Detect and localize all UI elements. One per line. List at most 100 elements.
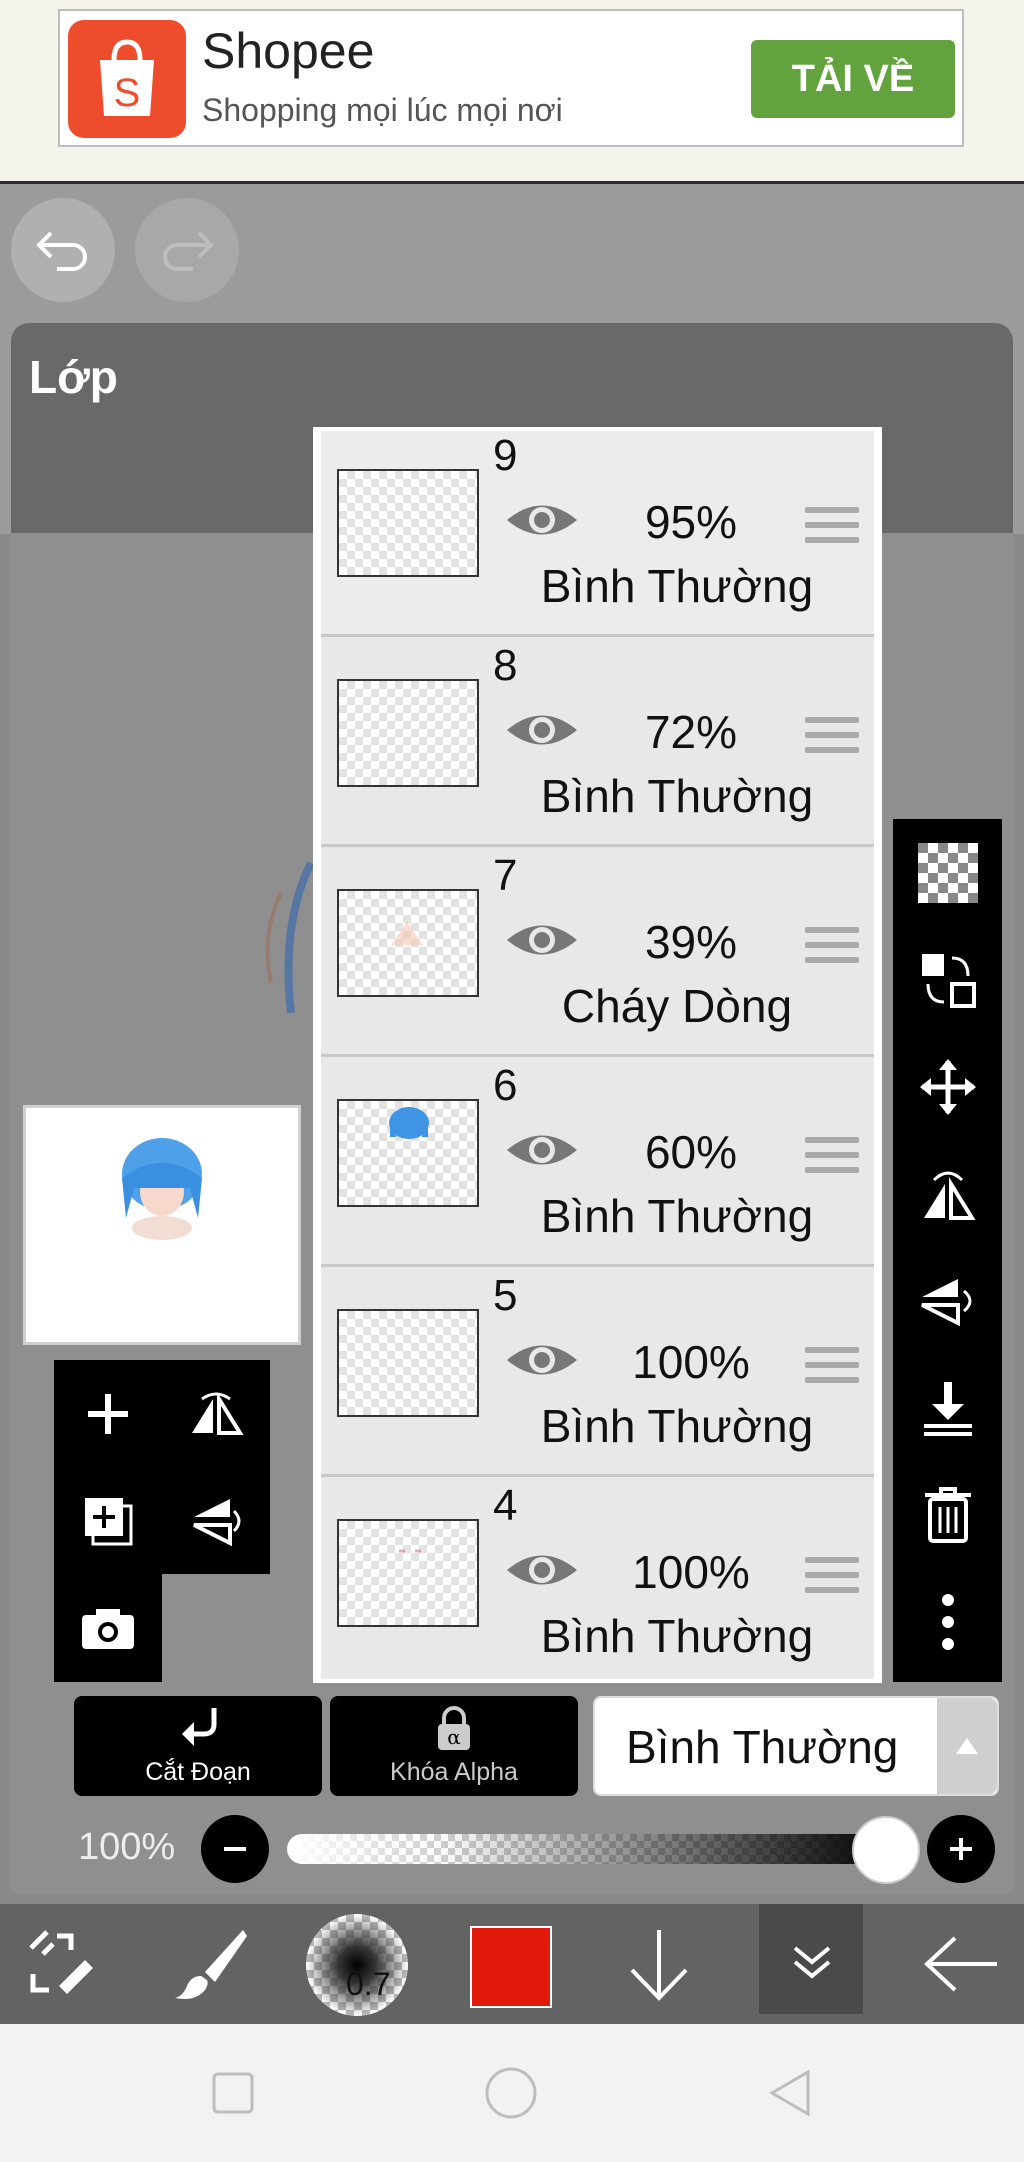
layer-blend-mode: Bình Thường [540,1400,814,1452]
ad-subtitle: Shopping mọi lúc mọi nơi [202,92,563,128]
layer-thumbnail[interactable] [337,679,479,787]
layer-thumbnail[interactable] [337,1309,479,1417]
brush-tool-button[interactable] [156,1904,266,2024]
drag-handle-icon[interactable] [805,1557,859,1602]
layer-row[interactable]: 5 100% Bình Thường [321,1267,874,1477]
flip-horizontal-right-button[interactable] [893,1140,1002,1247]
layer-list[interactable]: 9 95% Bình Thường 8 72% Bình Thường 7 39… [313,427,882,1683]
drag-handle-icon[interactable] [805,507,859,552]
visibility-eye-icon[interactable] [505,707,579,753]
layer-row[interactable]: 9 95% Bình Thường [321,431,874,637]
flip-vertical-icon [193,1498,241,1546]
clipping-label: Cắt Đoạn [145,1758,251,1786]
visibility-eye-icon[interactable] [505,1547,579,1593]
flip-horizontal-button[interactable] [162,1360,270,1467]
transparency-button[interactable] [893,819,1002,926]
more-vertical-icon [941,1593,954,1650]
layer-thumbnail[interactable] [337,1099,479,1207]
drag-handle-icon[interactable] [805,717,859,762]
undo-button[interactable] [11,198,115,302]
visibility-eye-icon[interactable] [505,1337,579,1383]
layer-blend-mode: Cháy Dòng [561,980,793,1032]
add-layer-button[interactable] [54,1360,162,1467]
more-options-button[interactable] [893,1568,1002,1675]
nav-back-icon[interactable] [766,2068,812,2118]
move-icon [919,1058,976,1115]
layer-panel-toggle[interactable] [759,1904,863,2014]
drag-handle-icon[interactable] [805,1347,859,1392]
chevron-double-down-icon [793,1946,831,1979]
layer-number: 7 [493,851,518,900]
layer-row[interactable]: 8 72% Bình Thường [321,637,874,847]
layer-opacity[interactable]: 100% [591,1335,791,1389]
blend-mode-dropdown-button[interactable] [937,1698,997,1794]
layer-thumbnail[interactable] [337,469,479,577]
shopee-logo-icon[interactable]: S [68,20,186,138]
flip-horizontal-icon [923,1171,976,1220]
opacity-slider-thumb[interactable] [852,1816,920,1884]
layer-opacity[interactable]: 95% [591,495,791,549]
layer-number: 9 [493,431,518,480]
clipping-button[interactable]: Cắt Đoạn [74,1696,322,1796]
camera-import-button[interactable] [54,1574,162,1681]
drag-handle-icon[interactable] [805,1137,859,1182]
layer-number: 6 [493,1061,518,1110]
canvas-thumbnail[interactable] [23,1105,301,1345]
layer-number: 8 [493,641,518,690]
layer-row[interactable]: 6 60% Bình Thường [321,1057,874,1267]
layer-blend-mode: Bình Thường [540,1190,814,1242]
transform-tool-button[interactable] [8,1904,118,2024]
layer-opacity[interactable]: 60% [591,1125,791,1179]
swap-layer-button[interactable] [893,926,1002,1033]
layer-down-button[interactable] [604,1904,714,2024]
flip-vertical-right-button[interactable] [893,1247,1002,1354]
drag-handle-icon[interactable] [805,927,859,972]
color-swatch[interactable] [470,1926,552,2008]
layer-row[interactable]: 7 39% Cháy Dòng [321,847,874,1057]
copy-layer-button[interactable] [54,1467,162,1574]
layer-row[interactable]: 4 100% Bình Thường [321,1477,874,1679]
undo-icon [36,231,87,271]
layer-thumbnail[interactable] [337,1519,479,1627]
svg-text:S: S [114,71,141,115]
redo-button[interactable] [135,198,239,302]
lock-icon: α [438,1706,470,1750]
flip-vertical-button[interactable] [162,1467,270,1574]
visibility-eye-icon[interactable] [505,917,579,963]
move-button[interactable] [893,1033,1002,1140]
swap-icon [921,953,976,1008]
alpha-lock-label: Khóa Alpha [390,1758,518,1786]
checkerboard-icon [917,842,978,903]
visibility-eye-icon[interactable] [505,1127,579,1173]
layer-blend-mode: Bình Thường [540,560,814,612]
arrow-left-icon [924,1936,997,1992]
layer-opacity[interactable]: 39% [591,915,791,969]
plus-icon [950,1838,972,1860]
layer-opacity[interactable]: 72% [591,705,791,759]
delete-layer-button[interactable] [893,1461,1002,1568]
merge-down-button[interactable] [893,1354,1002,1461]
recent-apps-icon[interactable] [210,2070,256,2116]
opacity-increase-button[interactable] [927,1815,995,1883]
triangle-up-icon [956,1738,978,1754]
flip-horizontal-icon [192,1391,244,1435]
alpha-lock-button[interactable]: α Khóa Alpha [330,1696,578,1796]
opacity-decrease-button[interactable] [201,1815,269,1883]
merge-down-icon [923,1381,972,1436]
ad-download-button[interactable]: TẢI VỀ [751,40,955,118]
home-icon[interactable] [484,2066,538,2120]
brush-size-value: 0.7 [346,1966,391,2002]
opacity-slider[interactable] [287,1834,889,1864]
duplicate-icon [85,1497,133,1545]
svg-text:α: α [447,1725,461,1749]
brush-icon [175,1930,247,1999]
layer-panel-title: Lớp [29,351,118,403]
ad-title: Shopee [202,23,375,79]
layer-blend-mode: Bình Thường [540,770,814,822]
back-button[interactable] [906,1904,1016,2024]
blend-mode-value[interactable]: Bình Thường [626,1720,898,1774]
opacity-label: 100% [78,1826,176,1868]
visibility-eye-icon[interactable] [505,497,579,543]
layer-thumbnail[interactable] [337,889,479,997]
layer-opacity[interactable]: 100% [591,1545,791,1599]
